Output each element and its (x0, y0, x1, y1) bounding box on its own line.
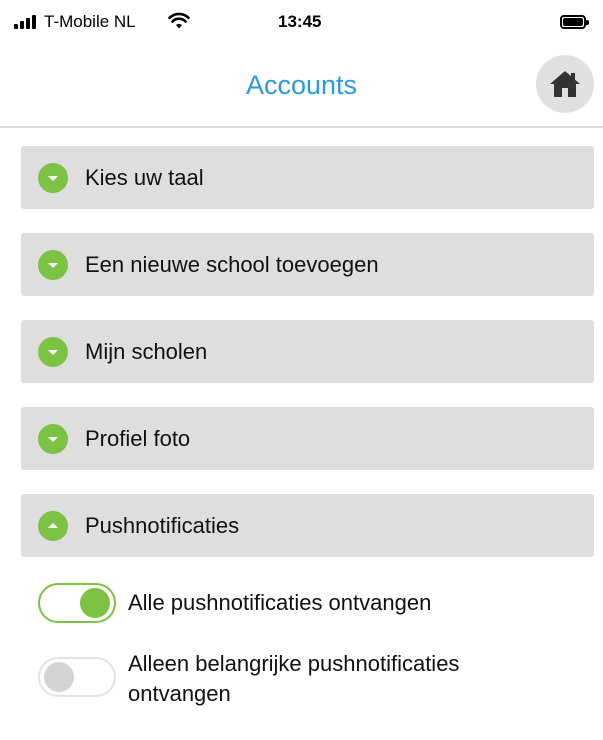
header: Accounts (0, 46, 603, 128)
chevron-up-icon (38, 511, 68, 541)
section-profiel-foto[interactable]: Profiel foto (21, 407, 594, 470)
section-label: Mijn scholen (85, 339, 208, 364)
chevron-down-icon (38, 163, 68, 193)
section-kies-uw-taal[interactable]: Kies uw taal (21, 146, 594, 209)
page-title: Accounts (245, 70, 358, 100)
section-pushnotificaties[interactable]: Pushnotificaties (21, 494, 594, 557)
wifi-icon (168, 12, 190, 35)
chevron-down-icon (38, 424, 68, 454)
all-push-label: Alle pushnotificaties ontvangen (128, 590, 432, 615)
status-time: 13:45 (278, 12, 322, 31)
section-nieuwe-school[interactable]: Een nieuwe school toevoegen (21, 233, 594, 296)
home-icon (550, 71, 580, 97)
section-label: Pushnotificaties (85, 513, 240, 538)
carrier-name: T-Mobile NL (44, 12, 136, 31)
section-label: Kies uw taal (85, 165, 204, 190)
section-mijn-scholen[interactable]: Mijn scholen (21, 320, 594, 383)
section-label: Een nieuwe school toevoegen (85, 252, 379, 277)
important-push-label: Alleen belangrijke pushnotificaties ontv… (128, 651, 460, 706)
chevron-down-icon (38, 337, 68, 367)
home-button[interactable] (536, 55, 594, 113)
chevron-down-icon (38, 250, 68, 280)
section-label: Profiel foto (85, 426, 191, 451)
important-push-toggle[interactable] (38, 657, 116, 697)
signal-icon (14, 15, 36, 29)
battery-icon (560, 15, 589, 29)
push-settings-panel: Alle pushnotificaties ontvangen Alleen b… (21, 558, 594, 740)
status-bar: T-Mobile NL 13:45 (0, 0, 603, 46)
all-push-toggle[interactable] (38, 583, 116, 623)
